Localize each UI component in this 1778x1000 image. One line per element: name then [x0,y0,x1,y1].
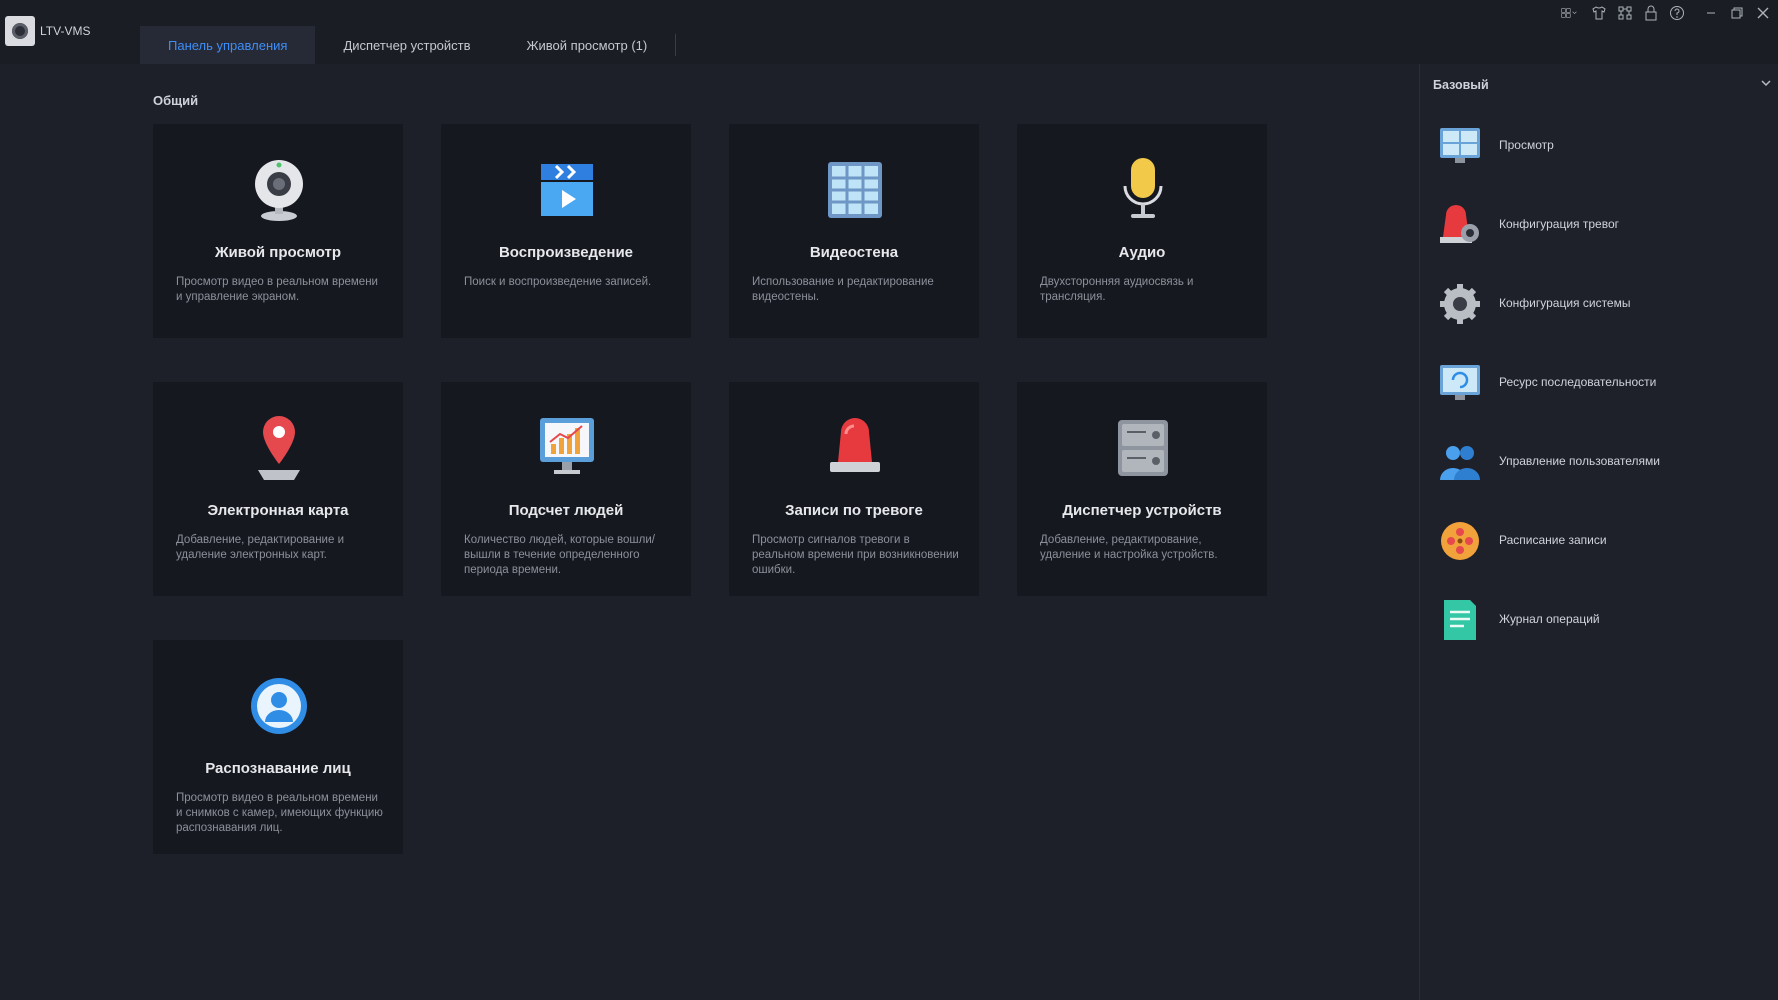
card-e-map[interactable]: Электронная карта Добавление, редактиров… [153,382,403,596]
card-description: Добавление, редактирование, удаление и н… [1040,534,1218,561]
card-description: Просмотр сигналов тревоги в реальном вре… [752,534,959,576]
card-title: Электронная карта [207,502,349,519]
webcam-icon [250,156,308,224]
map-pin-icon [250,414,308,482]
right-panel: Базовый Просмотр Конфигурация тревог Кон… [1419,64,1778,1000]
panel-item-user-management[interactable]: Управление пользователями [1420,432,1778,488]
system-gear-icon [1438,282,1482,326]
tab-control-panel[interactable]: Панель управления [140,26,316,64]
users-icon [1438,440,1482,484]
card-alarm-records[interactable]: Записи по тревоге Просмотр сигналов трев… [729,382,979,596]
people-count-chart-icon [538,414,596,482]
panel-item-label: Управление пользователями [1499,454,1660,468]
card-title: Видеостена [809,244,899,261]
face-recognition-icon [250,672,308,740]
app-logo-icon [5,16,35,46]
card-title: Подсчет людей [508,502,624,519]
operation-log-icon [1438,598,1482,642]
panel-item-view[interactable]: Просмотр [1420,116,1778,172]
panel-item-label: Журнал операций [1499,612,1600,626]
panel-item-sequence-resource[interactable]: Ресурс последовательности [1420,353,1778,409]
app-name: LTV-VMS [40,24,91,38]
card-title: Распознавание лиц [205,760,351,777]
restore-icon[interactable] [1728,4,1746,22]
card-playback[interactable]: Воспроизведение Поиск и воспроизведение … [441,124,691,338]
video-wall-icon [826,156,884,224]
close-icon[interactable] [1754,4,1772,22]
panel-item-operation-log[interactable]: Журнал операций [1420,590,1778,646]
window-controls [1556,2,1772,24]
card-face-recognition[interactable]: Распознавание лиц Просмотр видео в реаль… [153,640,403,854]
card-title: Диспетчер устройств [1062,502,1222,519]
tab-bar: Панель управления Диспетчер устройств Жи… [140,26,677,64]
monitor-view-icon [1438,124,1482,168]
microphone-icon [1114,156,1172,224]
card-description: Просмотр видео в реальном времени и сним… [176,792,383,834]
card-description: Просмотр видео в реальном времени и упра… [176,276,378,303]
panel-item-label: Конфигурация системы [1499,296,1631,310]
help-icon[interactable] [1668,4,1686,22]
card-title: Воспроизведение [498,244,634,261]
tab-device-manager[interactable]: Диспетчер устройств [315,26,498,64]
playback-clapper-icon [538,156,596,224]
alarm-config-icon [1438,203,1482,247]
panel-item-label: Конфигурация тревог [1499,217,1619,231]
card-description: Добавление, редактирование и удаление эл… [176,534,344,561]
card-description: Поиск и воспроизведение записей. [464,276,652,288]
card-description: Использование и редактирование видеостен… [752,276,934,303]
layout-grid-icon[interactable] [1556,4,1582,22]
tab-divider [675,34,677,56]
card-title: Записи по тревоге [785,502,923,519]
chevron-down-icon[interactable] [1759,76,1773,90]
card-video-wall[interactable]: Видеостена Использование и редактировани… [729,124,979,338]
record-schedule-icon [1438,519,1482,563]
card-people-counting[interactable]: Подсчет людей Количество людей, которые … [441,382,691,596]
card-title: Аудио [1118,244,1166,261]
top-bar: LTV-VMS Панель управления Диспетчер устр… [0,0,1778,64]
card-live-view[interactable]: Живой просмотр Просмотр видео в реальном… [153,124,403,338]
section-title: Общий [153,93,199,108]
tab-live-view[interactable]: Живой просмотр (1) [499,26,676,64]
panel-item-label: Расписание записи [1499,533,1607,547]
shirt-icon[interactable] [1590,4,1608,22]
card-description: Количество людей, которые вошли/вышли в … [464,534,655,576]
server-icon [1114,414,1172,482]
panel-item-system-config[interactable]: Конфигурация системы [1420,274,1778,330]
card-title: Живой просмотр [214,244,342,261]
alarm-siren-icon [826,414,884,482]
network-icon[interactable] [1616,4,1634,22]
panel-item-alarm-config[interactable]: Конфигурация тревог [1420,195,1778,251]
panel-item-label: Просмотр [1499,138,1554,152]
minimize-icon[interactable] [1702,4,1720,22]
lock-icon[interactable] [1642,4,1660,22]
right-panel-title: Базовый [1433,78,1489,92]
panel-item-label: Ресурс последовательности [1499,375,1657,389]
panel-item-record-schedule[interactable]: Расписание записи [1420,511,1778,567]
card-description: Двухсторонняя аудиосвязь и трансляция. [1040,276,1194,303]
sequence-monitor-icon [1438,361,1482,405]
card-device-manager[interactable]: Диспетчер устройств Добавление, редактир… [1017,382,1267,596]
card-audio[interactable]: Аудио Двухсторонняя аудиосвязь и трансля… [1017,124,1267,338]
